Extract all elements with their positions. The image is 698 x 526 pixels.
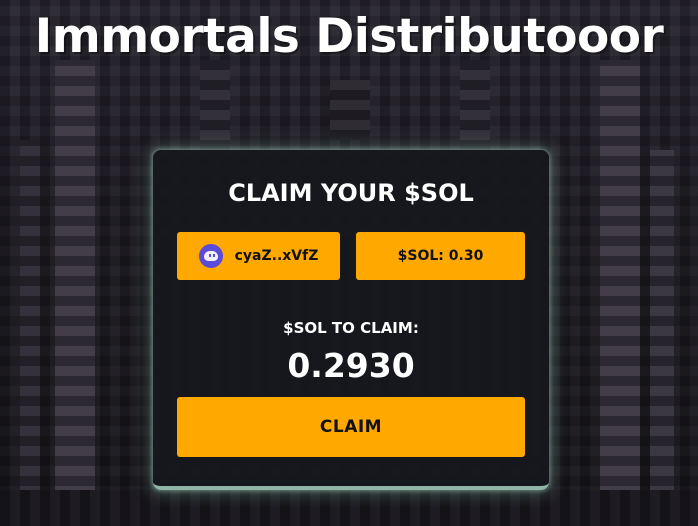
background-pillar: [650, 150, 674, 526]
claim-amount-value: 0.2930: [287, 346, 415, 385]
claim-amount-label: $SOL TO CLAIM:: [283, 319, 419, 337]
phantom-wallet-icon: [198, 244, 223, 268]
claim-button[interactable]: CLAIM: [177, 397, 525, 457]
background-pillar: [330, 80, 370, 140]
background-pillar: [20, 140, 40, 526]
background-pillar: [600, 60, 640, 526]
page-title: Immortals Distributooor: [34, 9, 664, 64]
sol-balance-button[interactable]: $SOL: 0.30: [356, 232, 525, 280]
wallet-address: cyaZ..xVfZ: [234, 248, 319, 264]
card-title: CLAIM YOUR $SOL: [228, 179, 474, 207]
sol-balance-label: $SOL: 0.30: [397, 248, 484, 264]
background-pillar: [200, 60, 230, 150]
background-floor: [0, 490, 698, 526]
claim-card: CLAIM YOUR $SOL cyaZ..xVfZ $SOL: 0.30 $S…: [153, 150, 549, 490]
background-pillar: [55, 60, 95, 526]
wallet-button[interactable]: cyaZ..xVfZ: [177, 232, 340, 280]
claim-button-label: CLAIM: [319, 417, 383, 437]
background-pillar: [460, 60, 490, 150]
